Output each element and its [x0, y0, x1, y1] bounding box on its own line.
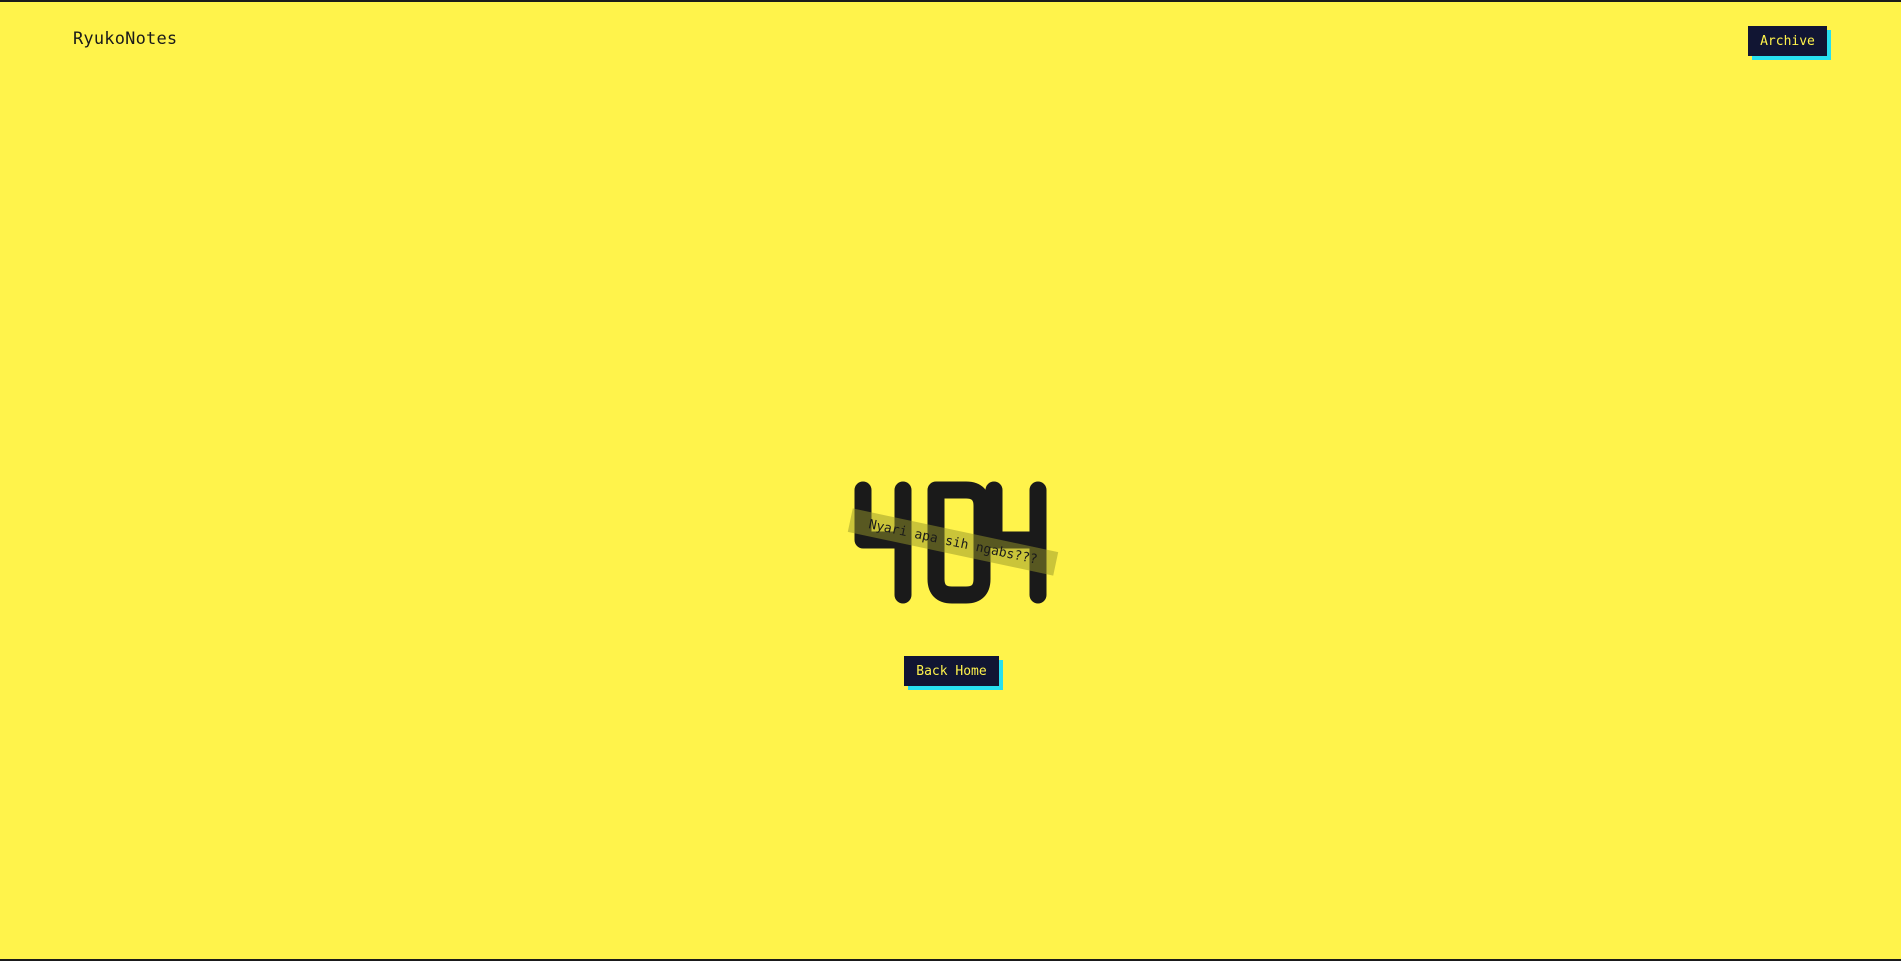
brand-logo-link[interactable]: RyukoNotes: [73, 29, 177, 49]
site-header: RyukoNotes Archive: [0, 2, 1901, 78]
back-home-button[interactable]: Back Home: [904, 656, 999, 686]
error-block: Nyari apa sih ngabs???: [847, 480, 1059, 605]
archive-button[interactable]: Archive: [1748, 26, 1827, 56]
